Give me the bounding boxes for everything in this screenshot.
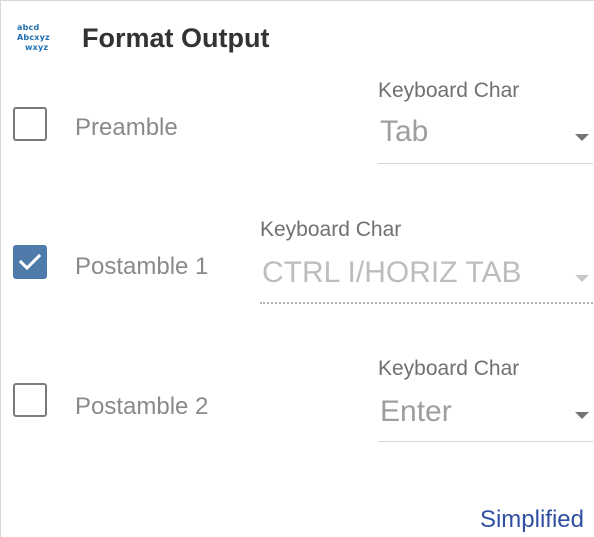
format-output-panel: abcd Abcxyz wxyz Format Output Preamble … [0,0,594,537]
postamble-2-checkbox[interactable] [13,383,47,417]
icon-line-3: wxyz [25,43,49,52]
preamble-field-value: Tab [380,115,429,148]
simplified-link[interactable]: Simplified [480,506,584,534]
preamble-field-label: Keyboard Char [378,79,520,102]
postamble-2-field-value: Enter [380,395,452,428]
postamble-1-label: Postamble 1 [75,253,209,280]
chevron-down-icon [575,134,589,141]
text-format-icon: abcd Abcxyz wxyz [17,23,65,67]
postamble-1-keyboard-char-select[interactable]: Keyboard Char CTRL I/HORIZ TAB [260,218,593,304]
postamble-1-checkbox[interactable] [13,245,47,279]
preamble-label: Preamble [75,114,178,141]
icon-line-1: abcd [17,23,40,32]
panel-title: Format Output [82,23,270,53]
postamble-2-field-label: Keyboard Char [378,357,520,380]
postamble-1-field-label: Keyboard Char [260,218,402,241]
preamble-field-underline [378,163,593,164]
postamble-2-label: Postamble 2 [75,393,209,420]
preamble-keyboard-char-select[interactable]: Keyboard Char Tab [378,79,593,165]
chevron-down-icon [575,412,589,419]
postamble-1-field-underline [260,302,593,304]
postamble-1-field-value: CTRL I/HORIZ TAB [262,256,522,289]
preamble-checkbox[interactable] [13,107,47,141]
chevron-down-icon [575,275,589,282]
postamble-2-field-underline [378,441,593,442]
icon-line-2: Abcxyz [17,33,50,42]
postamble-2-keyboard-char-select[interactable]: Keyboard Char Enter [378,357,593,443]
checkmark-icon [19,253,41,271]
